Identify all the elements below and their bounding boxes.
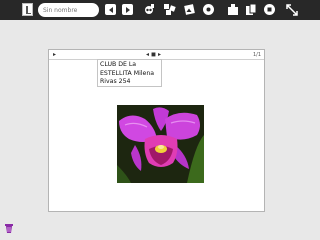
previous-page-icon[interactable]: ▸ [53, 51, 56, 58]
orchid-image[interactable] [117, 105, 204, 183]
share-icon [245, 3, 256, 15]
fullscreen-button[interactable] [284, 2, 299, 17]
insert-image-button[interactable] [182, 2, 197, 17]
paste-button[interactable] [225, 2, 240, 17]
top-toolbar [0, 0, 320, 20]
record-icon [206, 7, 211, 12]
journal-entry-button[interactable] [20, 2, 35, 17]
fullscreen-icon [285, 3, 298, 16]
page-number: 1/1 [252, 52, 261, 58]
undo-button[interactable] [105, 4, 116, 15]
tools-icon [145, 4, 154, 14]
undo-icon [108, 6, 113, 13]
title-input[interactable] [38, 3, 99, 17]
text-box[interactable]: CLUB DE La ESTELLITA Milena Rivas 254 [97, 59, 162, 87]
paste-icon [227, 4, 238, 15]
share-button[interactable] [243, 2, 258, 17]
redo-icon [125, 6, 130, 13]
stop-button[interactable] [264, 4, 275, 15]
redo-button[interactable] [122, 4, 133, 15]
record-button[interactable] [203, 4, 214, 15]
journal-icon [22, 3, 33, 16]
tools-button[interactable] [142, 2, 157, 17]
insert-icon [164, 4, 176, 15]
image-icon [184, 4, 195, 15]
page-controls[interactable]: ◂◼▸ [146, 51, 163, 58]
document-page[interactable]: ▸ ◂◼▸ 1/1 CLUB DE La ESTELLITA Milena Ri… [48, 49, 265, 212]
stop-icon [267, 7, 272, 12]
insert-shapes-button[interactable] [162, 2, 177, 17]
trash-icon [5, 224, 13, 233]
orchid-photo [117, 105, 204, 183]
trash-button[interactable] [4, 219, 14, 233]
